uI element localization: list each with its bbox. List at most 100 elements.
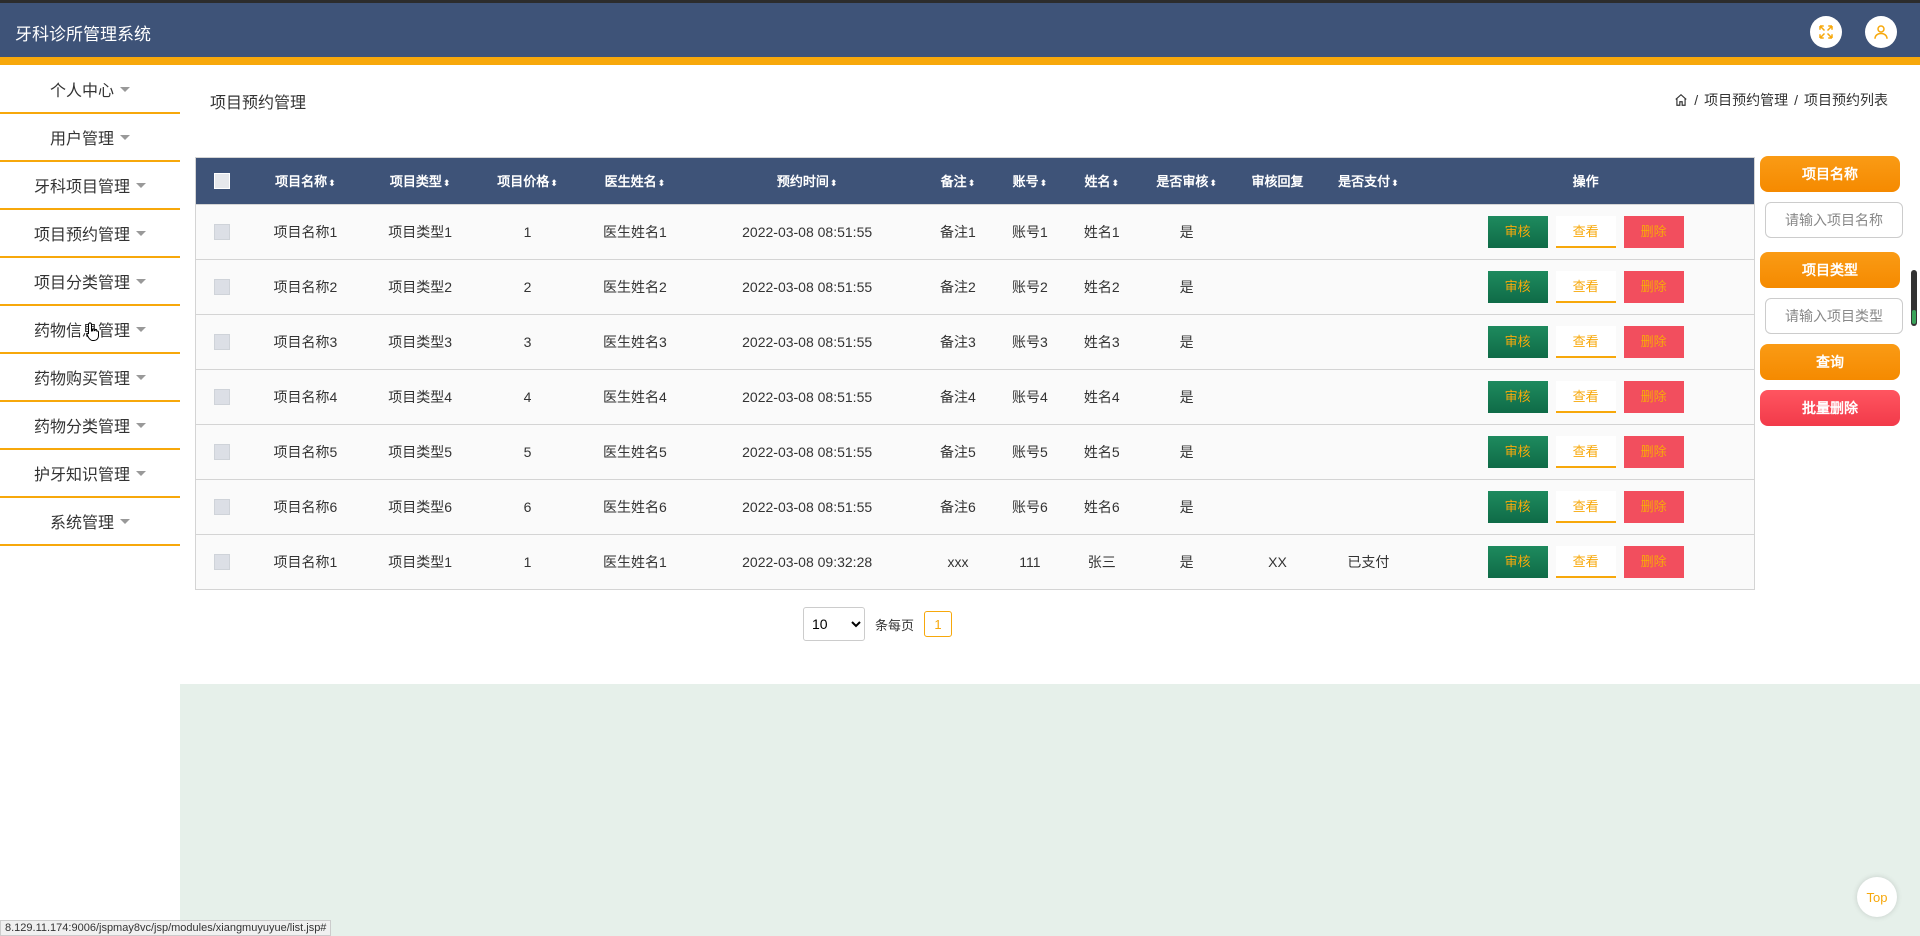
page-number-button[interactable]: 1 xyxy=(924,611,953,637)
delete-button[interactable]: 删除 xyxy=(1623,380,1684,413)
audit-button[interactable]: 审核 xyxy=(1487,325,1548,358)
column-header[interactable]: 项目名称⬍ xyxy=(248,158,363,204)
delete-button[interactable]: 删除 xyxy=(1623,325,1684,358)
sidebar-item-project-appointment[interactable]: 项目预约管理 xyxy=(0,210,180,258)
sort-icon[interactable]: ⬍ xyxy=(1391,178,1399,188)
column-header[interactable]: 预约时间⬍ xyxy=(692,158,922,204)
query-button[interactable]: 查询 xyxy=(1760,344,1900,380)
caret-down-icon xyxy=(136,470,146,476)
sidebar-item-drug-category[interactable]: 药物分类管理 xyxy=(0,402,180,450)
delete-button[interactable]: 删除 xyxy=(1623,215,1684,248)
page-size-select[interactable]: 10 xyxy=(803,607,865,641)
actions-cell: 审核 查看 删除 xyxy=(1417,424,1754,479)
audit-button[interactable]: 审核 xyxy=(1487,435,1548,468)
sidebar-item-label: 药物购买管理 xyxy=(33,371,130,388)
sidebar-item-drug-purchase[interactable]: 药物购买管理 xyxy=(0,354,180,402)
sidebar-item-label: 药物分类管理 xyxy=(33,419,130,436)
batch-delete-button[interactable]: 批量删除 xyxy=(1760,390,1900,426)
view-button[interactable]: 查看 xyxy=(1555,380,1616,413)
table-cell: 账号2 xyxy=(1011,278,1048,295)
view-button[interactable]: 查看 xyxy=(1555,545,1616,578)
back-to-top-button[interactable]: Top xyxy=(1857,877,1897,917)
view-button[interactable]: 查看 xyxy=(1555,435,1616,468)
actions-cell: 审核 查看 删除 xyxy=(1417,534,1754,589)
search-panel: 项目名称 请输入项目名称 项目类型 请输入项目类型 查询 批量删除 xyxy=(1760,156,1903,426)
sidebar-item-system[interactable]: 系统管理 xyxy=(0,498,180,546)
sort-icon[interactable]: ⬍ xyxy=(830,178,838,188)
column-header[interactable]: 备注⬍ xyxy=(922,158,994,204)
table-cell: 张三 xyxy=(1087,553,1116,570)
row-checkbox[interactable] xyxy=(213,389,230,406)
project-name-input[interactable]: 请输入项目名称 xyxy=(1765,202,1903,238)
column-header[interactable]: 是否审核⬍ xyxy=(1138,158,1236,204)
table-cell: 项目类型3 xyxy=(388,333,453,350)
table-cell: 是 xyxy=(1179,388,1194,405)
column-header[interactable]: 是否支付⬍ xyxy=(1319,158,1417,204)
delete-button[interactable]: 删除 xyxy=(1623,545,1684,578)
row-select-cell xyxy=(196,204,248,259)
table-cell: 项目类型2 xyxy=(388,278,453,295)
actions-cell: 审核 查看 删除 xyxy=(1417,259,1754,314)
row-select-cell xyxy=(196,534,248,589)
table-row: 项目名称1 项目类型1 1 医生姓名1 2022-03-08 09:32:28 xxx 11… xyxy=(196,534,1754,589)
column-header-label: 项目类型 xyxy=(389,174,442,190)
column-header[interactable]: 账号⬍ xyxy=(994,158,1066,204)
column-header-label: 是否支付 xyxy=(1338,174,1391,190)
delete-button[interactable]: 删除 xyxy=(1623,490,1684,523)
user-button[interactable] xyxy=(1865,16,1897,48)
column-header[interactable]: 姓名⬍ xyxy=(1066,158,1138,204)
table-header-row: 项目名称⬍ 项目类型⬍ 项目价格⬍ 医生姓名⬍ 预约时间⬍ 备注⬍ 账号⬍ 姓名⬍ 是否审核⬍ 审… xyxy=(196,158,1754,204)
sidebar-item-personal-center[interactable]: 个人中心 xyxy=(0,66,180,114)
view-button[interactable]: 查看 xyxy=(1555,270,1616,303)
footer-area xyxy=(180,684,1920,936)
row-checkbox[interactable] xyxy=(213,499,230,516)
sort-icon[interactable]: ⬍ xyxy=(1112,178,1120,188)
delete-button[interactable]: 删除 xyxy=(1623,270,1684,303)
table-cell xyxy=(1319,314,1417,369)
sort-icon[interactable]: ⬍ xyxy=(1040,178,1048,188)
fullscreen-button[interactable] xyxy=(1810,16,1842,48)
select-all-checkbox[interactable] xyxy=(213,173,230,190)
sort-icon[interactable]: ⬍ xyxy=(443,178,451,188)
table-cell xyxy=(1236,479,1320,534)
audit-button[interactable]: 审核 xyxy=(1487,270,1548,303)
view-button[interactable]: 查看 xyxy=(1555,325,1616,358)
row-checkbox[interactable] xyxy=(213,554,230,571)
caret-down-icon xyxy=(136,182,146,188)
audit-button[interactable]: 审核 xyxy=(1487,380,1548,413)
scrollbar-thumb-marker xyxy=(1912,310,1916,324)
project-type-input[interactable]: 请输入项目类型 xyxy=(1765,298,1903,334)
column-header[interactable]: 项目类型⬍ xyxy=(363,158,478,204)
row-select-cell xyxy=(196,259,248,314)
sort-icon[interactable]: ⬍ xyxy=(658,178,666,188)
table-cell: 医生姓名6 xyxy=(602,498,667,515)
sort-icon[interactable]: ⬍ xyxy=(1209,178,1217,188)
table-cell: 2022-03-08 09:32:28 xyxy=(742,553,873,570)
breadcrumb-item[interactable]: 项目预约管理 xyxy=(1704,90,1788,110)
delete-button[interactable]: 删除 xyxy=(1623,435,1684,468)
row-checkbox[interactable] xyxy=(213,279,230,296)
column-header[interactable]: 医生姓名⬍ xyxy=(577,158,692,204)
column-header[interactable]: 项目价格⬍ xyxy=(478,158,578,204)
audit-button[interactable]: 审核 xyxy=(1487,545,1548,578)
audit-button[interactable]: 审核 xyxy=(1487,215,1548,248)
sidebar-item-dental-knowledge[interactable]: 护牙知识管理 xyxy=(0,450,180,498)
sort-icon[interactable]: ⬍ xyxy=(328,178,336,188)
home-icon[interactable] xyxy=(1674,93,1688,107)
row-checkbox[interactable] xyxy=(213,334,230,351)
column-header-label: 是否审核 xyxy=(1156,174,1209,190)
sidebar-item-label: 系统管理 xyxy=(49,515,114,532)
sidebar-item-project-category[interactable]: 项目分类管理 xyxy=(0,258,180,306)
sidebar-item-dental-project[interactable]: 牙科项目管理 xyxy=(0,162,180,210)
view-button[interactable]: 查看 xyxy=(1555,215,1616,248)
row-checkbox[interactable] xyxy=(213,444,230,461)
row-checkbox[interactable] xyxy=(213,224,230,241)
sort-icon[interactable]: ⬍ xyxy=(968,178,976,188)
caret-down-icon xyxy=(136,278,146,284)
sidebar-item-user-management[interactable]: 用户管理 xyxy=(0,114,180,162)
audit-button[interactable]: 审核 xyxy=(1487,490,1548,523)
sidebar-item-label: 项目预约管理 xyxy=(33,227,130,244)
table-cell xyxy=(1319,369,1417,424)
view-button[interactable]: 查看 xyxy=(1555,490,1616,523)
sort-icon[interactable]: ⬍ xyxy=(550,178,558,188)
